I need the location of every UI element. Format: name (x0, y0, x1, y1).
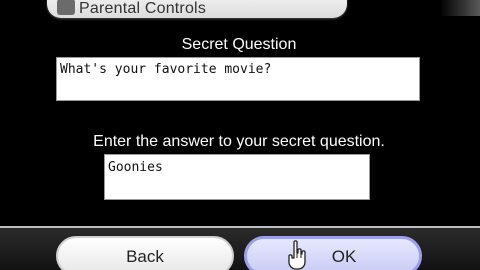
header-tab: Parental Controls (47, 0, 347, 18)
page-title: Parental Controls (79, 0, 207, 17)
secret-question-label: Secret Question (181, 36, 297, 53)
edge-glint (440, 0, 480, 16)
answer-value: Goonies (108, 160, 163, 175)
back-button-label: Back (126, 247, 164, 266)
secret-question-value: What's your favorite movie? (60, 62, 272, 77)
hand-pointer-icon (288, 240, 306, 270)
screen: Parental Controls Secret Question What's… (0, 0, 480, 270)
parental-controls-icon (57, 0, 75, 15)
secret-question-field[interactable]: What's your favorite movie? (56, 57, 420, 101)
ok-button-label: OK (331, 247, 357, 266)
answer-field[interactable]: Goonies (104, 154, 370, 200)
answer-label: Enter the answer to your secret question… (93, 133, 385, 150)
back-button[interactable]: Back (56, 236, 234, 270)
ok-button[interactable]: OK (244, 236, 422, 270)
